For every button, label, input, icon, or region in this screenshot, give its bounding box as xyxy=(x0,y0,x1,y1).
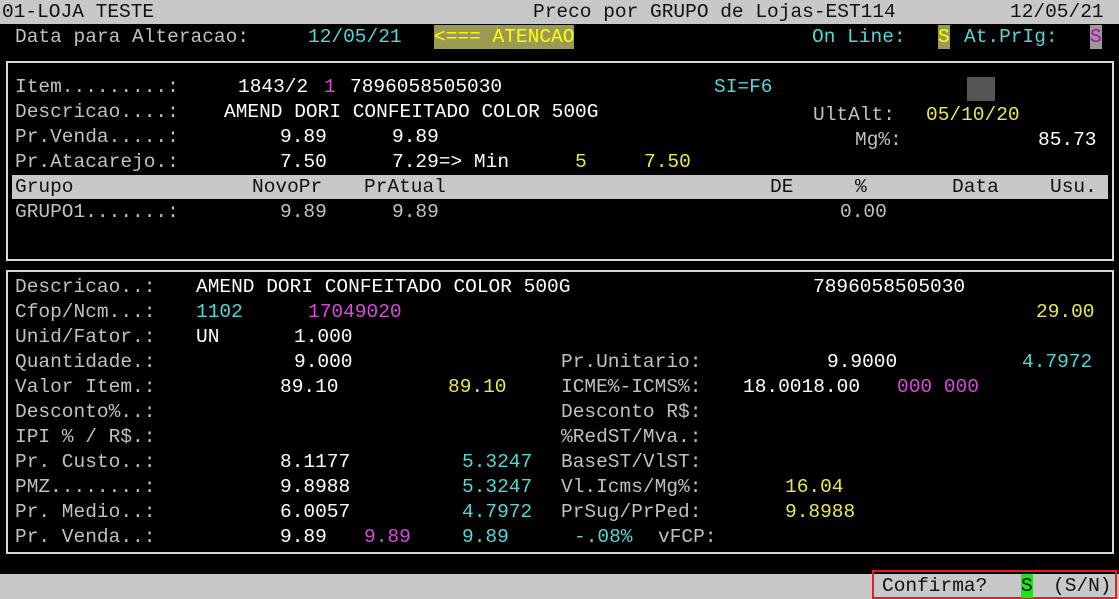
vlicms-label: Vl.Icms/Mg%: xyxy=(561,476,702,498)
item-label: Item.........: xyxy=(15,76,179,98)
col-de: DE xyxy=(770,176,794,198)
medio-value-1: 6.0057 xyxy=(280,501,351,523)
icms-label: ICME%-ICMS%: xyxy=(561,376,702,398)
medio-value-2: 4.7972 xyxy=(462,501,533,523)
custo-value-1: 8.1177 xyxy=(280,451,351,473)
row-novopr[interactable]: 9.89 xyxy=(280,200,327,224)
pmz-value-1: 9.8988 xyxy=(280,476,351,498)
valor-label: Valor Item.: xyxy=(15,376,156,398)
col-novopr: NovoPr xyxy=(252,176,323,198)
prsug-label: PrSug/PrPed: xyxy=(561,501,702,523)
detail-desc-label: Descricao..: xyxy=(15,276,156,298)
ipi-label: IPI % / R$.: xyxy=(15,426,156,448)
qtd-value: 9.000 xyxy=(294,351,353,373)
desconto-pct-label: Desconto%..: xyxy=(15,401,156,423)
online-label: On Line: xyxy=(812,26,906,48)
detail-desc: AMEND DORI CONFEITADO COLOR 500G xyxy=(196,276,571,298)
row-pratual: 9.89 xyxy=(392,201,439,223)
mg-label: Mg%: xyxy=(855,129,902,151)
venda-label: Pr. Venda..: xyxy=(15,526,156,548)
atacarejo-value-1: 7.50 xyxy=(280,151,327,173)
venda-value-1: 9.89 xyxy=(280,526,327,548)
custo-label: Pr. Custo..: xyxy=(15,451,156,473)
basest-label: BaseST/VlST: xyxy=(561,451,702,473)
prunit-value: 9.9000 xyxy=(827,351,898,373)
vlicms-value: 16.04 xyxy=(785,476,844,498)
mg-value: 85.73 xyxy=(1038,129,1097,151)
col-data: Data xyxy=(952,176,999,198)
row-pct: 0.00 xyxy=(840,201,887,223)
custo-value-2: 5.3247 xyxy=(462,451,533,473)
atencao-warning: <=== ATENCAO xyxy=(434,25,575,49)
atacarejo-min: 5 xyxy=(575,151,587,173)
confirm-input[interactable]: S xyxy=(1021,574,1033,598)
screen-title: Preco por GRUPO de Lojas-EST114 xyxy=(533,1,896,23)
vfcp-label: vFCP: xyxy=(658,526,717,548)
fator-value: 1.000 xyxy=(294,326,353,348)
row-grupo[interactable]: GRUPO1.......: xyxy=(15,200,179,224)
detail-panel xyxy=(6,270,1114,554)
prvenda-label: Pr.Venda.....: xyxy=(15,126,179,148)
redst-label: %RedST/Mva.: xyxy=(561,426,702,448)
alteracao-label: Data para Alteracao: xyxy=(15,26,250,48)
col-grupo: Grupo xyxy=(15,176,74,198)
cfop-value: 1102 xyxy=(196,301,243,323)
ultalt-value: 05/10/20 xyxy=(926,104,1020,126)
title-date: 12/05/21 xyxy=(1010,1,1104,23)
prunit-label: Pr.Unitario: xyxy=(561,351,702,373)
col-pratual: PrAtual xyxy=(364,176,446,198)
valor-value-2: 89.10 xyxy=(448,376,507,398)
prsug-value: 9.8988 xyxy=(785,501,856,523)
detail-ean: 7896058505030 xyxy=(813,276,966,298)
desconto-rs-label: Desconto R$: xyxy=(561,401,702,423)
confirm-label: Confirma? xyxy=(882,575,988,597)
atacarejo-min-value: 7.50 xyxy=(644,151,691,173)
item-code[interactable]: 1843/2 xyxy=(238,75,308,99)
ncm-value: 17049020 xyxy=(308,301,402,323)
item-code-suffix: 1 xyxy=(324,76,336,98)
si-hint: SI=F6 xyxy=(714,76,773,98)
medio-label: Pr. Medio..: xyxy=(15,501,156,523)
atprig-value[interactable]: S xyxy=(1090,25,1102,49)
unid-value: UN xyxy=(196,326,220,348)
atacarejo-value-2: 7.29=> Min xyxy=(392,151,510,173)
online-value[interactable]: S xyxy=(938,25,950,49)
prvenda-value-2: 9.89 xyxy=(392,126,439,148)
valor-value-1: 89.10 xyxy=(280,376,339,398)
col-pct: % xyxy=(855,176,867,198)
cfop-right-value: 29.00 xyxy=(1036,301,1095,323)
cfop-label: Cfop/Ncm...: xyxy=(15,301,156,323)
store-name: 01-LOJA TESTE xyxy=(2,1,155,23)
venda-value-3: 9.89 xyxy=(462,526,509,548)
atacarejo-label: Pr.Atacarejo.: xyxy=(15,151,179,173)
prunit-value-2: 4.7972 xyxy=(1022,351,1093,373)
pmz-value-2: 5.3247 xyxy=(462,476,533,498)
grid-header xyxy=(12,175,1108,199)
unid-label: Unid/Fator.: xyxy=(15,326,156,348)
icms-value-2: 000 000 xyxy=(897,376,979,398)
pmz-label: PMZ........: xyxy=(15,476,156,498)
atprig-label: At.PrIg: xyxy=(964,26,1058,48)
qtd-label: Quantidade.: xyxy=(15,351,156,373)
icms-value: 18.0018.00 xyxy=(743,376,861,398)
col-usu: Usu. xyxy=(1050,176,1097,198)
venda-value-2: 9.89 xyxy=(364,526,411,548)
cursor-block xyxy=(967,77,995,101)
prvenda-value-1: 9.89 xyxy=(280,126,327,148)
alteracao-date[interactable]: 12/05/21 xyxy=(308,25,402,49)
descricao-label: Descricao....: xyxy=(15,101,179,123)
confirm-options: (S/N) xyxy=(1053,575,1112,597)
item-ean: 7896058505030 xyxy=(350,76,503,98)
descricao-value: AMEND DORI CONFEITADO COLOR 500G xyxy=(224,101,599,123)
venda-pct: -.08% xyxy=(574,526,633,548)
ultalt-label: UltAlt: xyxy=(813,104,895,126)
